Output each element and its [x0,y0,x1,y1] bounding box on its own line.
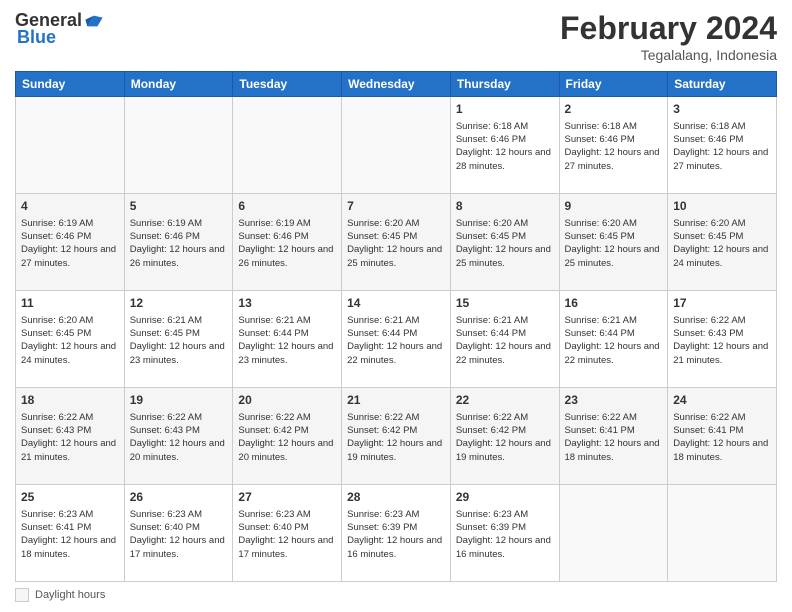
location: Tegalalang, Indonesia [560,47,777,63]
logo: General Blue [15,10,104,48]
calendar-cell: 22Sunrise: 6:22 AMSunset: 6:42 PMDayligh… [450,388,559,485]
calendar-cell: 12Sunrise: 6:21 AMSunset: 6:45 PMDayligh… [124,291,233,388]
logo-blue-text: Blue [17,27,56,48]
calendar-cell: 27Sunrise: 6:23 AMSunset: 6:40 PMDayligh… [233,485,342,582]
day-number: 25 [21,489,119,506]
calendar-cell: 6Sunrise: 6:19 AMSunset: 6:46 PMDaylight… [233,194,342,291]
weekday-tuesday: Tuesday [233,72,342,97]
calendar-cell: 28Sunrise: 6:23 AMSunset: 6:39 PMDayligh… [342,485,451,582]
calendar-cell: 14Sunrise: 6:21 AMSunset: 6:44 PMDayligh… [342,291,451,388]
calendar-cell [16,97,125,194]
calendar-week-4: 18Sunrise: 6:22 AMSunset: 6:43 PMDayligh… [16,388,777,485]
day-number: 15 [456,295,554,312]
calendar-cell: 1Sunrise: 6:18 AMSunset: 6:46 PMDaylight… [450,97,559,194]
day-number: 18 [21,392,119,409]
footer: Daylight hours [15,588,777,602]
calendar-week-3: 11Sunrise: 6:20 AMSunset: 6:45 PMDayligh… [16,291,777,388]
day-number: 9 [565,198,663,215]
calendar-cell: 26Sunrise: 6:23 AMSunset: 6:40 PMDayligh… [124,485,233,582]
calendar-cell: 11Sunrise: 6:20 AMSunset: 6:45 PMDayligh… [16,291,125,388]
day-number: 26 [130,489,228,506]
calendar-week-2: 4Sunrise: 6:19 AMSunset: 6:46 PMDaylight… [16,194,777,291]
day-number: 11 [21,295,119,312]
calendar-cell: 7Sunrise: 6:20 AMSunset: 6:45 PMDaylight… [342,194,451,291]
day-number: 16 [565,295,663,312]
calendar-cell [233,97,342,194]
day-number: 1 [456,101,554,118]
logo-icon [84,11,104,31]
calendar-week-1: 1Sunrise: 6:18 AMSunset: 6:46 PMDaylight… [16,97,777,194]
calendar-cell [668,485,777,582]
calendar-cell: 4Sunrise: 6:19 AMSunset: 6:46 PMDaylight… [16,194,125,291]
day-number: 22 [456,392,554,409]
calendar-cell: 5Sunrise: 6:19 AMSunset: 6:46 PMDaylight… [124,194,233,291]
day-number: 3 [673,101,771,118]
day-number: 6 [238,198,336,215]
calendar-cell: 20Sunrise: 6:22 AMSunset: 6:42 PMDayligh… [233,388,342,485]
page: General Blue February 2024 Tegalalang, I… [0,0,792,612]
calendar-cell: 19Sunrise: 6:22 AMSunset: 6:43 PMDayligh… [124,388,233,485]
calendar-week-5: 25Sunrise: 6:23 AMSunset: 6:41 PMDayligh… [16,485,777,582]
day-number: 29 [456,489,554,506]
day-number: 19 [130,392,228,409]
day-number: 4 [21,198,119,215]
calendar-cell: 24Sunrise: 6:22 AMSunset: 6:41 PMDayligh… [668,388,777,485]
daylight-label: Daylight hours [35,589,105,601]
daylight-legend-box [15,588,29,602]
calendar-cell: 3Sunrise: 6:18 AMSunset: 6:46 PMDaylight… [668,97,777,194]
calendar-cell [342,97,451,194]
day-number: 10 [673,198,771,215]
weekday-thursday: Thursday [450,72,559,97]
day-number: 28 [347,489,445,506]
title-block: February 2024 Tegalalang, Indonesia [560,10,777,63]
weekday-monday: Monday [124,72,233,97]
day-number: 23 [565,392,663,409]
calendar-cell [559,485,668,582]
weekday-saturday: Saturday [668,72,777,97]
weekday-friday: Friday [559,72,668,97]
weekday-wednesday: Wednesday [342,72,451,97]
calendar-cell: 29Sunrise: 6:23 AMSunset: 6:39 PMDayligh… [450,485,559,582]
day-number: 27 [238,489,336,506]
calendar-cell: 15Sunrise: 6:21 AMSunset: 6:44 PMDayligh… [450,291,559,388]
calendar-cell: 2Sunrise: 6:18 AMSunset: 6:46 PMDaylight… [559,97,668,194]
calendar-cell: 25Sunrise: 6:23 AMSunset: 6:41 PMDayligh… [16,485,125,582]
day-number: 5 [130,198,228,215]
calendar-cell: 9Sunrise: 6:20 AMSunset: 6:45 PMDaylight… [559,194,668,291]
calendar-cell: 17Sunrise: 6:22 AMSunset: 6:43 PMDayligh… [668,291,777,388]
day-number: 17 [673,295,771,312]
calendar-cell: 18Sunrise: 6:22 AMSunset: 6:43 PMDayligh… [16,388,125,485]
calendar-cell: 21Sunrise: 6:22 AMSunset: 6:42 PMDayligh… [342,388,451,485]
calendar-cell: 10Sunrise: 6:20 AMSunset: 6:45 PMDayligh… [668,194,777,291]
header: General Blue February 2024 Tegalalang, I… [15,10,777,63]
weekday-header-row: SundayMondayTuesdayWednesdayThursdayFrid… [16,72,777,97]
day-number: 14 [347,295,445,312]
day-number: 21 [347,392,445,409]
weekday-sunday: Sunday [16,72,125,97]
day-number: 2 [565,101,663,118]
calendar-cell: 16Sunrise: 6:21 AMSunset: 6:44 PMDayligh… [559,291,668,388]
month-title: February 2024 [560,10,777,47]
calendar-cell: 23Sunrise: 6:22 AMSunset: 6:41 PMDayligh… [559,388,668,485]
day-number: 12 [130,295,228,312]
calendar-table: SundayMondayTuesdayWednesdayThursdayFrid… [15,71,777,582]
calendar-cell [124,97,233,194]
day-number: 20 [238,392,336,409]
calendar-cell: 8Sunrise: 6:20 AMSunset: 6:45 PMDaylight… [450,194,559,291]
day-number: 24 [673,392,771,409]
day-number: 7 [347,198,445,215]
day-number: 13 [238,295,336,312]
calendar-cell: 13Sunrise: 6:21 AMSunset: 6:44 PMDayligh… [233,291,342,388]
day-number: 8 [456,198,554,215]
